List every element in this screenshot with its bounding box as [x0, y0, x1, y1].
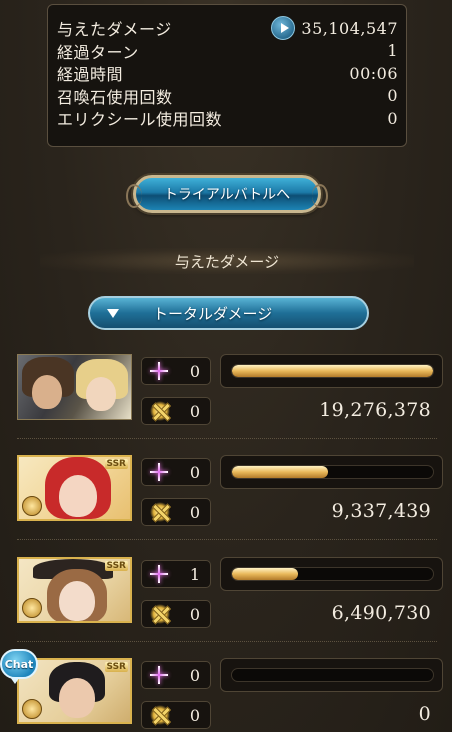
- damage-value: 6,490,730: [331, 602, 431, 624]
- stat-label: エリクシール使用回数: [57, 110, 223, 130]
- star-sparkle-icon: [150, 565, 168, 583]
- stat-value: 35,104,547: [301, 18, 398, 38]
- sword-count-box: 0: [141, 498, 211, 526]
- element-icon: [22, 598, 42, 618]
- damage-bar-track: [231, 364, 434, 378]
- crossed-swords-icon: [150, 502, 170, 522]
- damage-bar-track: [231, 465, 434, 479]
- element-icon: [22, 699, 42, 719]
- trial-battle-button[interactable]: トライアルバトルへ: [126, 175, 328, 213]
- sword-count: 0: [189, 502, 200, 522]
- damage-bar-box: [220, 557, 443, 591]
- stat-value: 0: [387, 108, 398, 128]
- stat-label: 経過時間: [57, 65, 124, 85]
- character-row: 0 0 19,276,378: [0, 354, 452, 454]
- stat-label: 与えたダメージ: [57, 20, 172, 40]
- sword-count: 0: [189, 401, 200, 421]
- sword-count-box: 0: [141, 600, 211, 628]
- stat-label: 召喚石使用回数: [57, 87, 173, 107]
- sword-count: 0: [189, 604, 200, 624]
- damage-value: 0: [418, 703, 431, 725]
- damage-bar-fill: [232, 365, 433, 377]
- star-sparkle-icon: [150, 362, 168, 380]
- rarity-badge: SSR: [104, 459, 128, 469]
- character-row: SSR 0 0 9,337,439: [0, 455, 452, 555]
- sword-count-box: 0: [141, 397, 211, 425]
- character-row: SSR 1 0 6,490,730: [0, 557, 452, 657]
- row-divider: [17, 438, 437, 439]
- damage-bar-box: [220, 455, 443, 489]
- section-heading-text: 与えたダメージ: [174, 252, 280, 271]
- stat-row-time: 経過時間 00:06: [57, 62, 398, 85]
- stat-row-elixir: エリクシール使用回数 0: [57, 107, 398, 130]
- row-divider: [17, 539, 437, 540]
- rarity-badge: SSR: [104, 561, 128, 571]
- element-icon: [22, 496, 42, 516]
- sword-count: 0: [189, 705, 200, 725]
- star-count-box: 0: [141, 357, 211, 385]
- play-icon[interactable]: [271, 16, 296, 41]
- damage-type-selected: トータルダメージ: [153, 304, 273, 323]
- crossed-swords-icon: [150, 705, 170, 725]
- damage-bar-fill: [232, 568, 299, 580]
- stat-row-damage: 与えたダメージ 35,104,547: [57, 16, 398, 41]
- star-count: 0: [189, 361, 200, 381]
- character-portrait[interactable]: [17, 354, 132, 420]
- damage-bar-fill: [232, 466, 329, 478]
- rarity-badge: SSR: [104, 662, 128, 672]
- damage-bar-track: [231, 668, 434, 682]
- star-count-box: 1: [141, 560, 211, 588]
- damage-value: 9,337,439: [331, 500, 431, 522]
- stat-row-turns: 経過ターン 1: [57, 40, 398, 63]
- sword-count-box: 0: [141, 701, 211, 729]
- character-portrait[interactable]: SSR: [17, 557, 132, 623]
- stat-value: 00:06: [349, 63, 398, 83]
- star-count: 0: [189, 462, 200, 482]
- stat-row-summons: 召喚石使用回数 0: [57, 85, 398, 108]
- crossed-swords-icon: [150, 604, 170, 624]
- character-portrait[interactable]: SSR: [17, 455, 132, 521]
- damage-value: 19,276,378: [319, 399, 431, 421]
- damage-bar-box: [220, 658, 443, 692]
- damage-bar-track: [231, 567, 434, 581]
- stat-value: 1: [387, 41, 398, 61]
- battle-stats-panel: 与えたダメージ 35,104,547 経過ターン 1 経過時間 00:06 召喚…: [47, 4, 407, 147]
- row-divider: [17, 641, 437, 642]
- chat-button[interactable]: Chat: [0, 649, 38, 684]
- star-count: 0: [189, 665, 200, 685]
- triangle-down-icon: [107, 308, 119, 318]
- section-heading: 与えたダメージ: [40, 248, 414, 274]
- stat-label: 経過ターン: [57, 42, 139, 62]
- star-count-box: 0: [141, 458, 211, 486]
- star-count-box: 0: [141, 661, 211, 689]
- stat-value: 0: [387, 86, 398, 106]
- character-row: SSR 0 0 0: [0, 658, 452, 732]
- damage-type-select[interactable]: トータルダメージ: [88, 296, 369, 330]
- star-sparkle-icon: [150, 463, 168, 481]
- star-count: 1: [189, 564, 200, 584]
- damage-bar-box: [220, 354, 443, 388]
- star-sparkle-icon: [150, 666, 168, 684]
- crossed-swords-icon: [150, 401, 170, 421]
